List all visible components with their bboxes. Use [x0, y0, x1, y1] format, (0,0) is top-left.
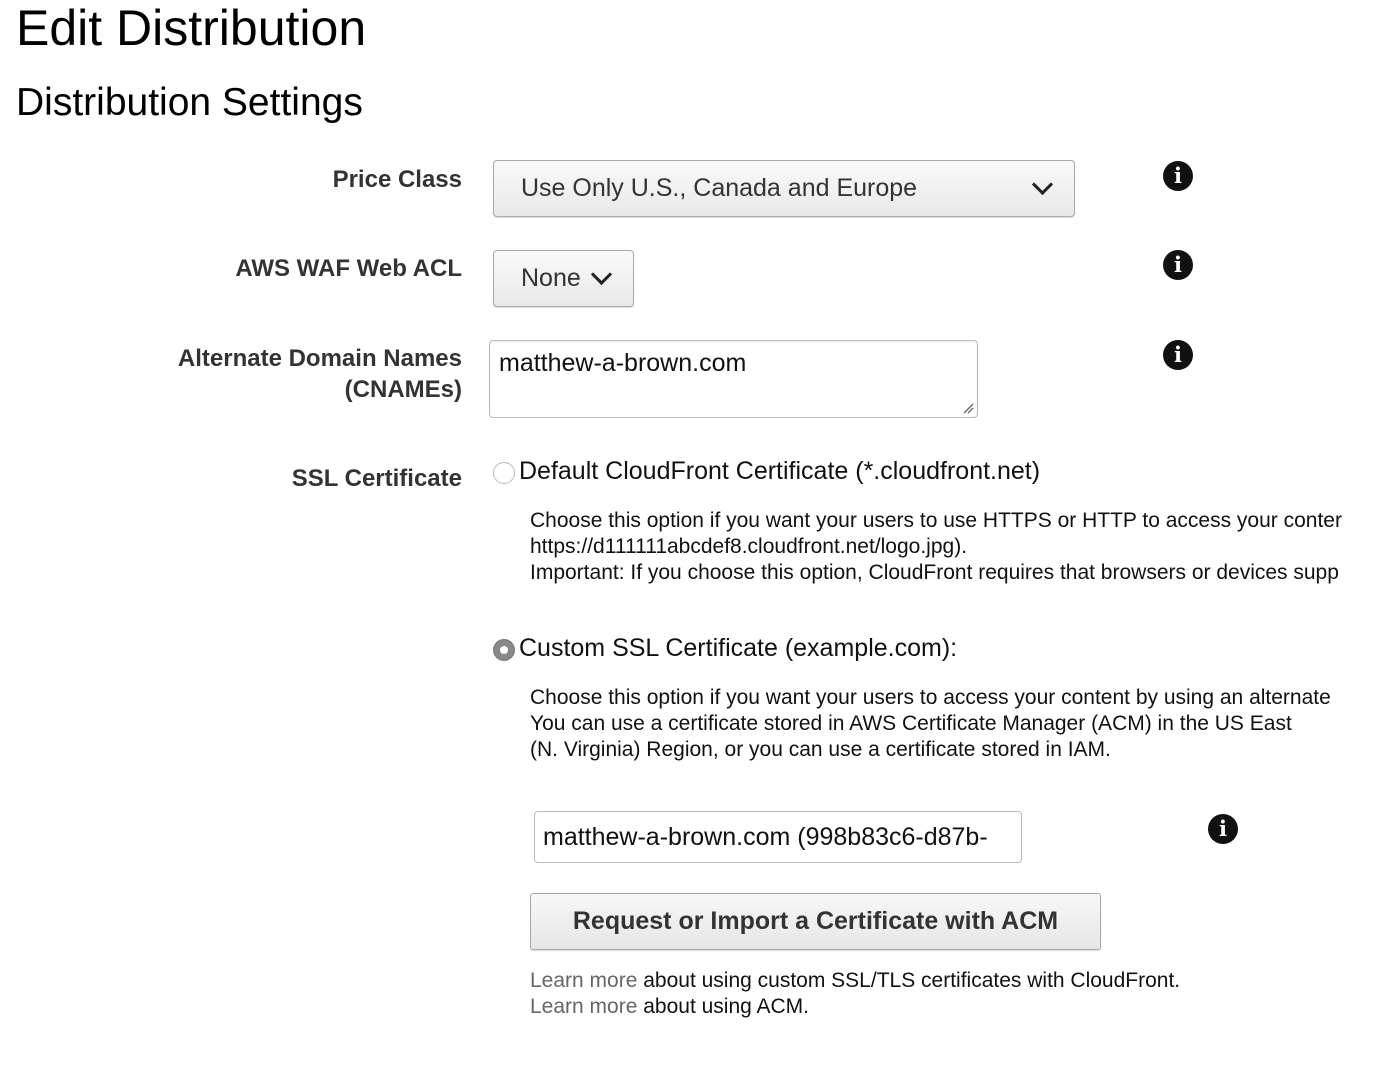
cnames-value: matthew-a-brown.com	[499, 349, 747, 377]
info-icon[interactable]: i	[1163, 340, 1193, 370]
chevron-down-icon	[1031, 173, 1054, 196]
price-class-label: Price Class	[332, 166, 462, 193]
section-title: Distribution Settings	[16, 81, 363, 124]
request-import-acm-button[interactable]: Request or Import a Certificate with ACM	[530, 893, 1101, 950]
waf-select[interactable]: None	[493, 250, 634, 307]
learn-more-ssl-link[interactable]: Learn more	[530, 969, 637, 992]
cnames-label-line1: Alternate Domain Names	[177, 345, 462, 372]
desc-line: https://d111111abcdef8.cloudfront.net/lo…	[530, 535, 968, 558]
ssl-label: SSL Certificate	[291, 465, 462, 492]
certificate-value: matthew-a-brown.com (998b83c6-d87b-	[543, 822, 988, 851]
info-icon[interactable]: i	[1208, 814, 1238, 844]
cnames-label-line2: (CNAMEs)	[344, 376, 462, 403]
cnames-label: Alternate Domain Names (CNAMEs)	[178, 343, 462, 405]
desc-line: Important: If you choose this option, Cl…	[530, 561, 1339, 584]
learn-more-ssl-line: Learn more about using custom SSL/TLS ce…	[530, 968, 1180, 994]
info-icon[interactable]: i	[1163, 161, 1193, 191]
learn-more-acm-link[interactable]: Learn more	[530, 995, 637, 1018]
learn-more-acm-line: Learn more about using ACM.	[530, 994, 809, 1020]
custom-certificate-radio[interactable]	[493, 639, 515, 661]
waf-label: AWS WAF Web ACL	[235, 255, 462, 282]
waf-value: None	[521, 264, 581, 292]
cnames-textarea[interactable]: matthew-a-brown.com	[489, 340, 978, 418]
info-icon[interactable]: i	[1163, 250, 1193, 280]
desc-line: Choose this option if you want your user…	[530, 509, 1342, 532]
desc-line: (N. Virginia) Region, or you can use a c…	[530, 738, 1111, 761]
page-title: Edit Distribution	[16, 0, 367, 56]
price-class-value: Use Only U.S., Canada and Europe	[521, 174, 918, 202]
custom-certificate-label[interactable]: Custom SSL Certificate (example.com):	[519, 633, 957, 663]
custom-certificate-description: Choose this option if you want your user…	[530, 685, 1331, 763]
default-certificate-radio[interactable]	[493, 462, 515, 484]
desc-line: Choose this option if you want your user…	[530, 686, 1331, 709]
default-certificate-description: Choose this option if you want your user…	[530, 508, 1342, 586]
learn-more-ssl-text: about using custom SSL/TLS certificates …	[637, 969, 1181, 992]
learn-more-acm-text: about using ACM.	[637, 995, 809, 1018]
default-certificate-label[interactable]: Default CloudFront Certificate (*.cloudf…	[519, 456, 1040, 486]
price-class-select[interactable]: Use Only U.S., Canada and Europe	[493, 160, 1075, 217]
resize-grip-icon[interactable]	[962, 402, 974, 414]
certificate-input[interactable]: matthew-a-brown.com (998b83c6-d87b-	[534, 811, 1022, 863]
desc-line: You can use a certificate stored in AWS …	[530, 712, 1292, 735]
chevron-down-icon	[590, 263, 613, 286]
